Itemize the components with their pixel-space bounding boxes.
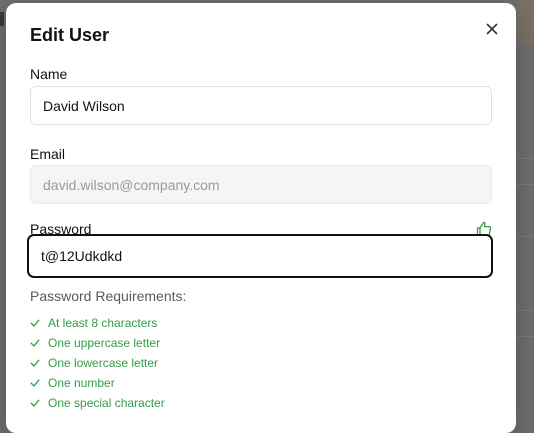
background-divider bbox=[514, 310, 534, 311]
close-button[interactable] bbox=[481, 18, 503, 40]
name-input[interactable] bbox=[30, 86, 492, 125]
requirement-item: One special character bbox=[30, 393, 165, 413]
name-label: Name bbox=[30, 66, 68, 82]
background-text-fragment bbox=[0, 12, 4, 26]
check-icon bbox=[30, 379, 40, 387]
check-icon bbox=[30, 319, 40, 327]
background-panel-edge bbox=[516, 0, 534, 44]
check-icon bbox=[30, 359, 40, 367]
edit-user-dialog: Edit User Name Email Password Password R… bbox=[6, 3, 516, 433]
password-input[interactable] bbox=[27, 234, 493, 278]
password-requirements-title: Password Requirements: bbox=[30, 288, 187, 304]
check-icon bbox=[30, 399, 40, 407]
background-divider bbox=[514, 336, 534, 337]
close-icon bbox=[486, 23, 498, 35]
requirement-label: One lowercase letter bbox=[48, 356, 159, 370]
password-requirements-list: At least 8 characters One uppercase lett… bbox=[30, 313, 165, 413]
requirement-item: At least 8 characters bbox=[30, 313, 165, 333]
background-divider bbox=[514, 158, 534, 159]
requirement-item: One number bbox=[30, 373, 165, 393]
dialog-title: Edit User bbox=[30, 25, 110, 45]
requirement-item: One uppercase letter bbox=[30, 333, 165, 353]
requirement-item: One lowercase letter bbox=[30, 353, 165, 373]
requirement-label: One uppercase letter bbox=[48, 336, 161, 350]
requirement-label: At least 8 characters bbox=[48, 316, 158, 330]
check-icon bbox=[30, 339, 40, 347]
requirement-label: One number bbox=[48, 376, 115, 390]
background-divider bbox=[514, 236, 534, 237]
background-divider bbox=[514, 184, 534, 185]
requirement-label: One special character bbox=[48, 396, 165, 410]
email-label: Email bbox=[30, 146, 66, 162]
email-input bbox=[30, 165, 492, 204]
